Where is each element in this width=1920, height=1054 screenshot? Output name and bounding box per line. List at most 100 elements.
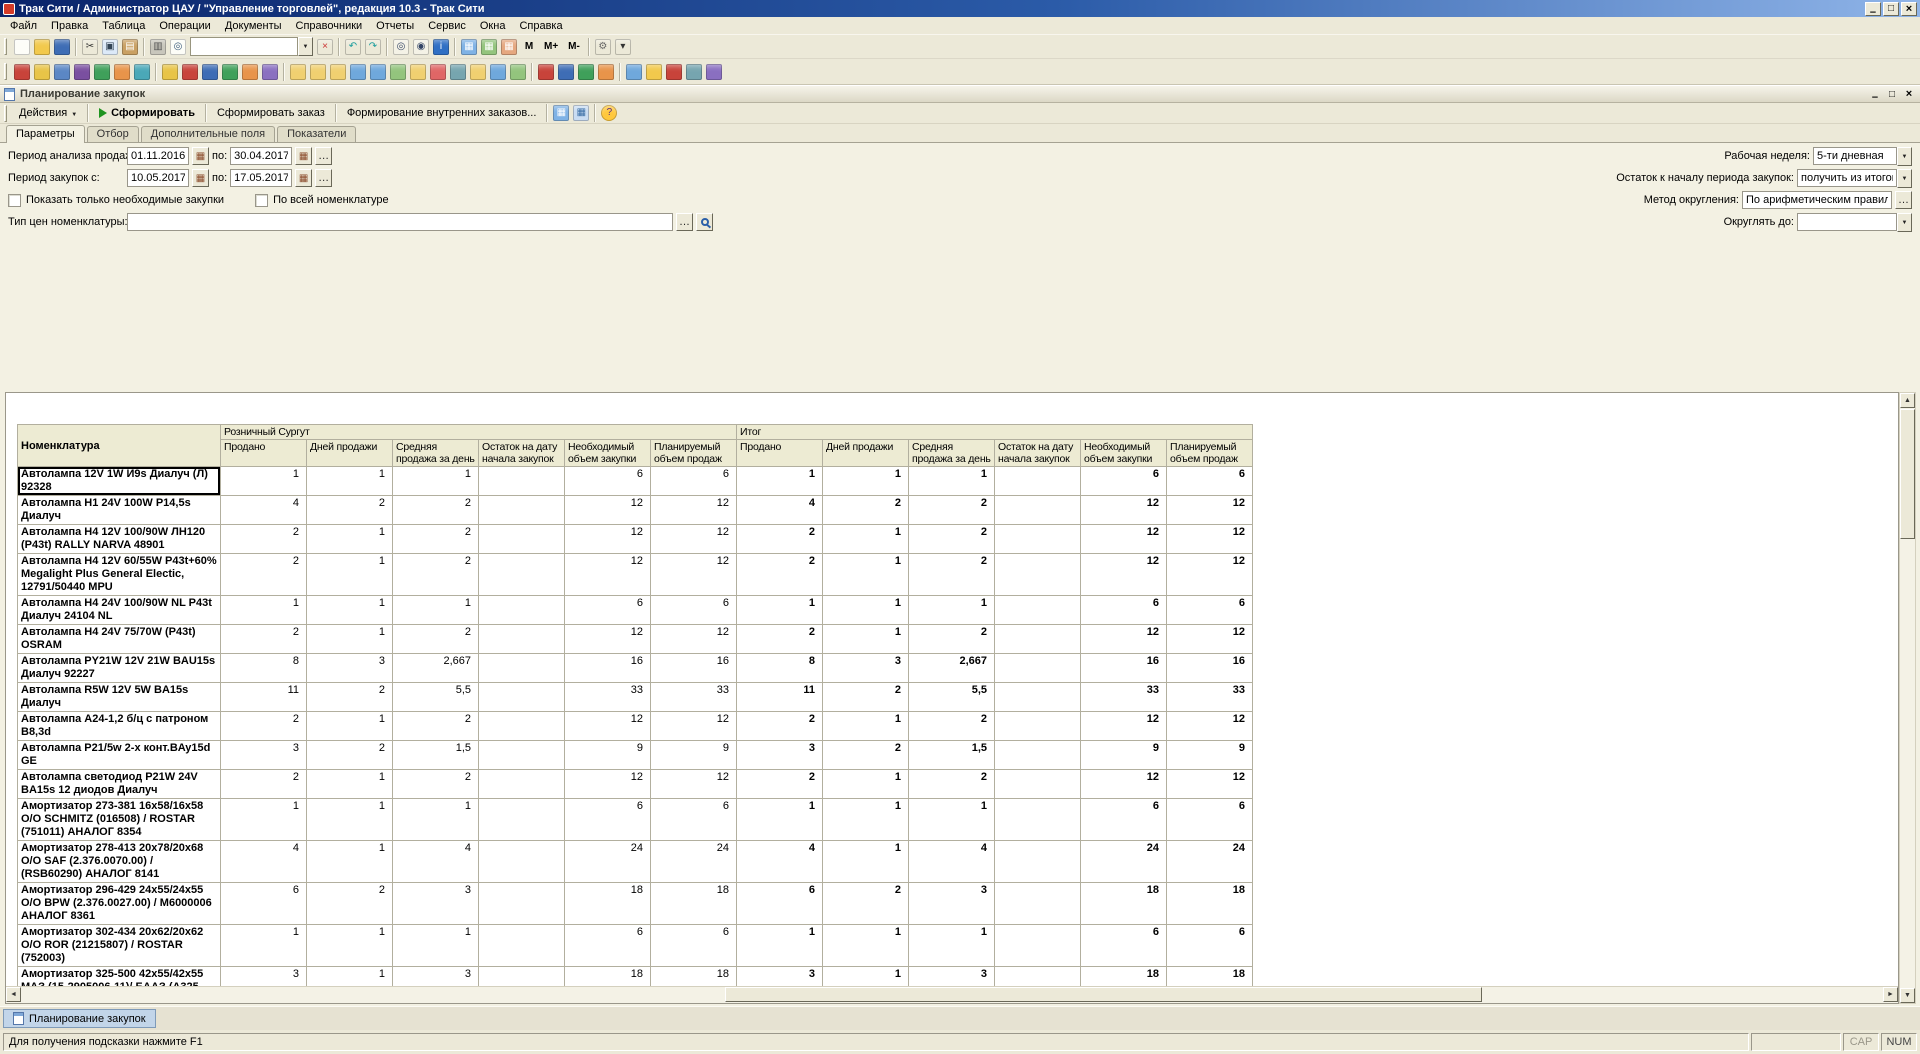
value-cell[interactable]: 12 (565, 770, 651, 799)
value-cell[interactable]: 12 (1081, 496, 1167, 525)
table-totals-icon[interactable]: ▦ (479, 37, 499, 57)
value-cell[interactable]: 11 (221, 683, 307, 712)
value-cell[interactable]: 4 (737, 496, 823, 525)
horizontal-scrollbar[interactable] (6, 986, 1898, 1003)
value-cell[interactable]: 6 (1081, 596, 1167, 625)
value-cell[interactable]: 12 (1167, 770, 1253, 799)
cash-receipt-icon[interactable] (72, 62, 92, 82)
value-cell[interactable]: 12 (565, 554, 651, 596)
money-report-icon[interactable] (576, 62, 596, 82)
sales-period-select-button[interactable] (315, 147, 332, 165)
balance-input[interactable] (1797, 169, 1897, 187)
value-cell[interactable]: 1 (823, 770, 909, 799)
organizations-icon[interactable] (260, 62, 280, 82)
value-cell[interactable]: 2,667 (909, 654, 995, 683)
retail-journal-icon[interactable] (428, 62, 448, 82)
value-cell[interactable]: 1 (221, 467, 307, 496)
value-cell[interactable]: 2 (823, 683, 909, 712)
info-icon[interactable]: i (431, 37, 451, 57)
nomenclature-cell[interactable]: Автолампа светодиод P21W 24V BA15s 12 ди… (18, 770, 221, 799)
value-cell[interactable]: 1 (393, 596, 479, 625)
settings-icon[interactable] (704, 62, 724, 82)
value-cell[interactable]: 1 (307, 799, 393, 841)
purchase-period-from-field[interactable] (127, 169, 189, 187)
purchase-from-calendar-button[interactable] (192, 169, 209, 187)
value-cell[interactable]: 2 (221, 712, 307, 741)
toolbar-options-icon[interactable]: ▾ (613, 37, 633, 57)
calc-memory-minus-button[interactable]: M- (563, 37, 585, 57)
value-cell[interactable]: 12 (565, 625, 651, 654)
value-cell[interactable]: 2 (737, 525, 823, 554)
value-cell[interactable]: 12 (1167, 712, 1253, 741)
purchase-period-from-input[interactable] (127, 169, 189, 187)
tab-3[interactable]: Дополнительные поля (141, 126, 275, 142)
price-type-select-button[interactable] (676, 213, 693, 231)
chevron-down-icon[interactable] (1897, 147, 1912, 166)
menu-item[interactable]: Окна (473, 18, 513, 34)
value-cell[interactable]: 12 (1167, 525, 1253, 554)
value-cell[interactable]: 3 (909, 883, 995, 925)
sales-to-calendar-button[interactable] (295, 147, 312, 165)
menu-item[interactable]: Отчеты (369, 18, 421, 34)
nomenclature-cell[interactable]: Автолампа R5W 12V 5W BA15s Диалуч (18, 683, 221, 712)
distributed-base-icon[interactable] (644, 62, 664, 82)
report-settings-icon[interactable]: ▦ (551, 103, 571, 123)
nomenclature-cell[interactable]: Автолампа H1 24V 100W P14,5s Диалуч (18, 496, 221, 525)
value-cell[interactable]: 3 (221, 741, 307, 770)
value-cell[interactable] (995, 467, 1081, 496)
value-cell[interactable]: 2 (221, 625, 307, 654)
sales-period-from-input[interactable] (127, 147, 189, 165)
value-cell[interactable]: 12 (1167, 496, 1253, 525)
value-cell[interactable]: 1 (221, 925, 307, 967)
value-cell[interactable]: 3 (393, 883, 479, 925)
nomenclature-cell[interactable]: Амортизатор 273-381 16x58/16x58 О/О SCHM… (18, 799, 221, 841)
supplier-orders-journal-icon[interactable] (328, 62, 348, 82)
value-cell[interactable]: 1 (221, 799, 307, 841)
value-cell[interactable]: 2 (393, 770, 479, 799)
value-cell[interactable] (995, 883, 1081, 925)
value-cell[interactable]: 6 (565, 467, 651, 496)
value-cell[interactable] (479, 841, 565, 883)
value-cell[interactable] (479, 883, 565, 925)
cut-icon[interactable]: ✂ (80, 37, 100, 57)
scroll-up-button[interactable] (1900, 393, 1915, 408)
sales-from-calendar-button[interactable] (192, 147, 209, 165)
value-cell[interactable]: 1 (307, 554, 393, 596)
table-settings-icon[interactable]: ▦ (499, 37, 519, 57)
vertical-scrollbar[interactable] (1899, 392, 1916, 1004)
value-cell[interactable]: 1 (823, 925, 909, 967)
value-cell[interactable] (479, 712, 565, 741)
value-cell[interactable]: 12 (651, 625, 737, 654)
value-cell[interactable] (995, 712, 1081, 741)
value-cell[interactable]: 6 (651, 596, 737, 625)
value-cell[interactable]: 1 (823, 596, 909, 625)
purchases-report-icon[interactable] (556, 62, 576, 82)
value-cell[interactable]: 2 (909, 525, 995, 554)
value-cell[interactable]: 24 (1081, 841, 1167, 883)
undo-icon[interactable]: ↶ (343, 37, 363, 57)
value-cell[interactable] (479, 741, 565, 770)
internal-orders-journal-icon[interactable] (308, 62, 328, 82)
generate-button[interactable]: Сформировать (92, 105, 202, 121)
horizontal-scroll-thumb[interactable] (725, 987, 1482, 1002)
value-cell[interactable]: 8 (221, 654, 307, 683)
value-cell[interactable] (479, 925, 565, 967)
value-cell[interactable] (479, 496, 565, 525)
value-cell[interactable]: 1 (307, 625, 393, 654)
value-cell[interactable] (995, 496, 1081, 525)
value-cell[interactable]: 12 (651, 770, 737, 799)
round-to-input[interactable] (1797, 213, 1897, 231)
scroll-down-button[interactable] (1900, 988, 1915, 1003)
menu-item[interactable]: Таблица (95, 18, 152, 34)
nomenclature-cell[interactable]: Автолампа PY21W 12V 21W BAU15s Диалуч 92… (18, 654, 221, 683)
table-header-icon[interactable]: ▦ (459, 37, 479, 57)
value-cell[interactable]: 2 (307, 683, 393, 712)
value-cell[interactable]: 4 (737, 841, 823, 883)
value-cell[interactable]: 1 (307, 525, 393, 554)
value-cell[interactable] (479, 654, 565, 683)
counterparties-icon[interactable] (160, 62, 180, 82)
value-cell[interactable]: 6 (1081, 467, 1167, 496)
value-cell[interactable]: 1 (823, 625, 909, 654)
value-cell[interactable]: 12 (651, 525, 737, 554)
tab-2[interactable]: Отбор (87, 126, 139, 142)
